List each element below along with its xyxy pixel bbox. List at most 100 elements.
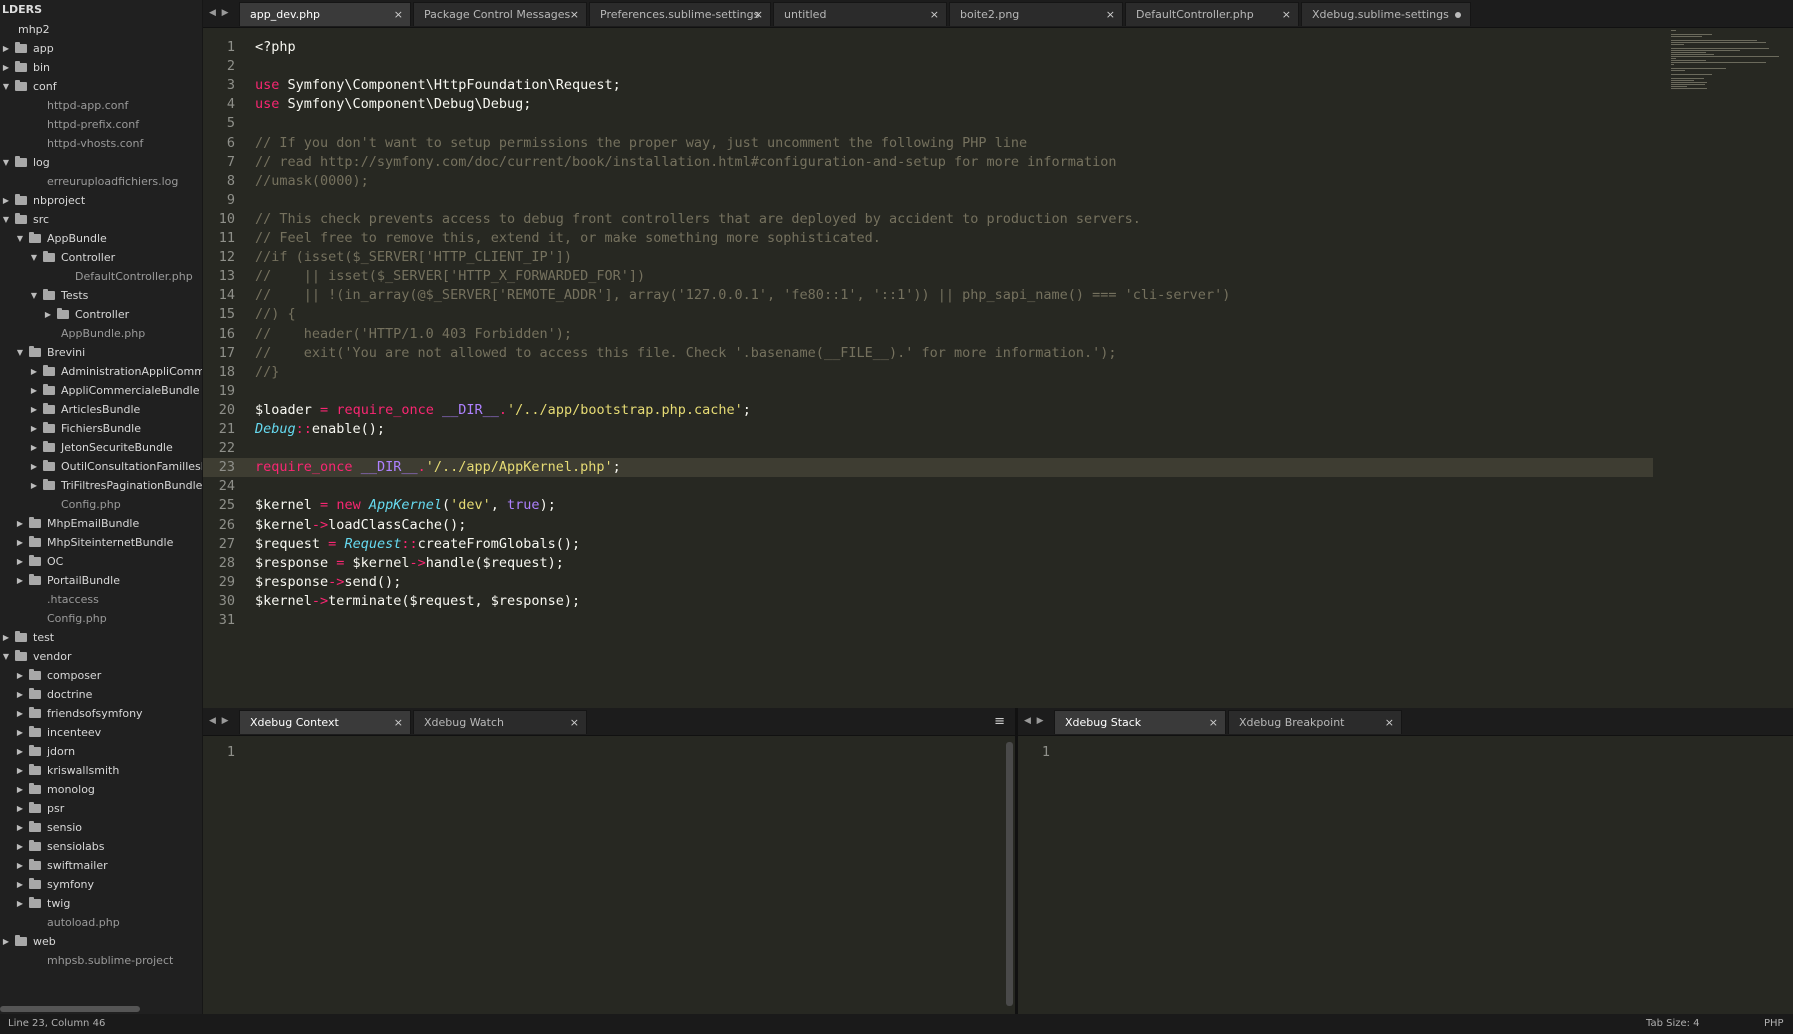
- code-line[interactable]: 19: [203, 382, 1653, 401]
- code-line[interactable]: 25 $kernel = new AppKernel('dev', true);: [203, 496, 1653, 515]
- code-line[interactable]: 10 // This check prevents access to debug…: [203, 210, 1653, 229]
- close-icon[interactable]: ×: [1209, 711, 1218, 734]
- disclosure-arrow-icon[interactable]: ▼: [1, 153, 11, 172]
- sidebar-folder-item[interactable]: ▶ web: [0, 932, 202, 951]
- sidebar-folder-item[interactable]: ▶ bin: [0, 58, 202, 77]
- close-icon[interactable]: ×: [754, 3, 763, 26]
- disclosure-arrow-icon[interactable]: ▶: [1, 191, 11, 210]
- panel-divider[interactable]: [1015, 708, 1018, 1014]
- disclosure-arrow-icon[interactable]: ▶: [15, 761, 25, 780]
- disclosure-arrow-icon[interactable]: ▶: [15, 704, 25, 723]
- disclosure-arrow-icon[interactable]: ▶: [29, 362, 39, 381]
- disclosure-arrow-icon[interactable]: ▶: [15, 799, 25, 818]
- code-line[interactable]: 31: [203, 611, 1653, 630]
- sidebar-horizontal-scrollbar[interactable]: [0, 1006, 140, 1012]
- code-line[interactable]: 16 // header('HTTP/1.0 403 Forbidden');: [203, 325, 1653, 344]
- disclosure-arrow-icon[interactable]: ▶: [15, 723, 25, 742]
- sidebar-folder-item[interactable]: ▶ MhpSiteinternetBundle: [0, 533, 202, 552]
- disclosure-arrow-icon[interactable]: ▼: [15, 343, 25, 362]
- sidebar-file-item[interactable]: httpd-vhosts.conf: [0, 134, 202, 153]
- panel-left-scrollbar[interactable]: [1006, 742, 1013, 1006]
- close-icon[interactable]: ×: [1385, 711, 1394, 734]
- sidebar-folder-item[interactable]: ▶ swiftmailer: [0, 856, 202, 875]
- code-line[interactable]: 15 //) {: [203, 305, 1653, 324]
- tab-xdebug-stack[interactable]: Xdebug Stack ×: [1054, 710, 1226, 734]
- code-line[interactable]: 20 $loader = require_once __DIR__.'/../ap…: [203, 401, 1653, 420]
- disclosure-arrow-icon[interactable]: ▼: [1, 647, 11, 666]
- code-line[interactable]: 9: [203, 191, 1653, 210]
- disclosure-arrow-icon[interactable]: ▶: [15, 856, 25, 875]
- sidebar-file-item[interactable]: mhpsb.sublime-project: [0, 951, 202, 970]
- disclosure-arrow-icon[interactable]: ▶: [15, 837, 25, 856]
- tab-prev-icon[interactable]: ◀: [209, 8, 216, 18]
- close-icon[interactable]: ×: [930, 3, 939, 26]
- sidebar-folder-item[interactable]: ▶ app: [0, 39, 202, 58]
- tab-package-control-messages[interactable]: Package Control Messages ×: [413, 2, 587, 26]
- code-line[interactable]: 24: [203, 477, 1653, 496]
- disclosure-arrow-icon[interactable]: ▶: [15, 818, 25, 837]
- sidebar-folder-item[interactable]: ▶ jdorn: [0, 742, 202, 761]
- code-line[interactable]: 11 // Feel free to remove this, extend it…: [203, 229, 1653, 248]
- xdebug-context-view[interactable]: 1: [203, 736, 1015, 1013]
- sidebar-folder-item[interactable]: ▶ twig: [0, 894, 202, 913]
- sidebar-folder-item[interactable]: ▼ Controller: [0, 248, 202, 267]
- code-line[interactable]: 30 $kernel->terminate($request, $response…: [203, 592, 1653, 611]
- sidebar-folder-item[interactable]: ▶ nbproject: [0, 191, 202, 210]
- disclosure-arrow-icon[interactable]: ▼: [1, 77, 11, 96]
- panel-left-nav-arrows[interactable]: ◀ ▶: [209, 708, 229, 735]
- panel-right-nav-arrows[interactable]: ◀ ▶: [1024, 708, 1044, 735]
- sidebar-folder-item[interactable]: ▼ vendor: [0, 647, 202, 666]
- code-line[interactable]: 22: [203, 439, 1653, 458]
- disclosure-arrow-icon[interactable]: ▶: [15, 514, 25, 533]
- sidebar-folder-item[interactable]: ▶ FichiersBundle: [0, 419, 202, 438]
- close-icon[interactable]: ×: [1106, 3, 1115, 26]
- panel-right-next-icon[interactable]: ▶: [1037, 716, 1044, 726]
- sidebar-folder-item[interactable]: ▶ OutilConsultationFamillesE: [0, 457, 202, 476]
- code-line[interactable]: 5: [203, 114, 1653, 133]
- disclosure-arrow-icon[interactable]: ▶: [29, 419, 39, 438]
- disclosure-arrow-icon[interactable]: ▶: [29, 381, 39, 400]
- code-line[interactable]: 21 Debug::enable();: [203, 420, 1653, 439]
- code-line[interactable]: 14 // || !(in_array(@$_SERVER['REMOTE_ADD…: [203, 286, 1653, 305]
- disclosure-arrow-icon[interactable]: ▶: [1, 628, 11, 647]
- close-icon[interactable]: ×: [394, 711, 403, 734]
- disclosure-arrow-icon[interactable]: ▼: [1, 210, 11, 229]
- sidebar-folder-item[interactable]: ▶ psr: [0, 799, 202, 818]
- sidebar-folder-item[interactable]: ▶ JetonSecuriteBundle: [0, 438, 202, 457]
- disclosure-arrow-icon[interactable]: ▶: [15, 552, 25, 571]
- xdebug-stack-view[interactable]: 1: [1018, 736, 1793, 1013]
- tab-xdebug-breakpoint[interactable]: Xdebug Breakpoint ×: [1228, 710, 1402, 734]
- disclosure-arrow-icon[interactable]: ▶: [43, 305, 53, 324]
- sidebar-file-item[interactable]: AppBundle.php: [0, 324, 202, 343]
- sidebar-folder-item[interactable]: ▶ test: [0, 628, 202, 647]
- disclosure-arrow-icon[interactable]: ▶: [1, 932, 11, 951]
- sidebar-file-item[interactable]: erreuruploadfichiers.log: [0, 172, 202, 191]
- sidebar-folder-item[interactable]: ▶ ArticlesBundle: [0, 400, 202, 419]
- sidebar-file-item[interactable]: httpd-prefix.conf: [0, 115, 202, 134]
- code-line[interactable]: 3 use Symfony\Component\HttpFoundation\Re…: [203, 76, 1653, 95]
- tab-size-indicator[interactable]: Tab Size: 4: [1646, 1014, 1700, 1034]
- tab-app-dev-php[interactable]: app_dev.php ×: [239, 2, 411, 26]
- sidebar-file-item[interactable]: httpd-app.conf: [0, 96, 202, 115]
- code-line[interactable]: 2: [203, 57, 1653, 76]
- syntax-indicator[interactable]: PHP: [1764, 1014, 1784, 1034]
- close-icon[interactable]: ×: [1282, 3, 1291, 26]
- sidebar-file-item[interactable]: Config.php: [0, 609, 202, 628]
- sidebar-folder-item[interactable]: ▶ monolog: [0, 780, 202, 799]
- panel-left-next-icon[interactable]: ▶: [222, 716, 229, 726]
- disclosure-arrow-icon[interactable]: ▶: [29, 438, 39, 457]
- sidebar-folder-item[interactable]: mhp2: [0, 20, 202, 39]
- sidebar-file-item[interactable]: .htaccess: [0, 590, 202, 609]
- code-line[interactable]: 12 //if (isset($_SERVER['HTTP_CLIENT_IP']…: [203, 248, 1653, 267]
- sidebar-folder-item[interactable]: ▶ friendsofsymfony: [0, 704, 202, 723]
- code-line[interactable]: 13 // || isset($_SERVER['HTTP_X_FORWARDED…: [203, 267, 1653, 286]
- sidebar-folder-item[interactable]: ▶ MhpEmailBundle: [0, 514, 202, 533]
- tab-defaultcontroller-php[interactable]: DefaultController.php ×: [1125, 2, 1299, 26]
- sidebar-folder-item[interactable]: ▼ src: [0, 210, 202, 229]
- code-line[interactable]: 29 $response->send();: [203, 573, 1653, 592]
- code-editor[interactable]: 1 <?php 2 3 use Symfony\Component\HttpFounda…: [203, 28, 1793, 708]
- disclosure-arrow-icon[interactable]: ▶: [1, 58, 11, 77]
- disclosure-arrow-icon[interactable]: ▶: [15, 875, 25, 894]
- disclosure-arrow-icon[interactable]: ▶: [29, 476, 39, 495]
- sidebar-folder-item[interactable]: ▶ Controller: [0, 305, 202, 324]
